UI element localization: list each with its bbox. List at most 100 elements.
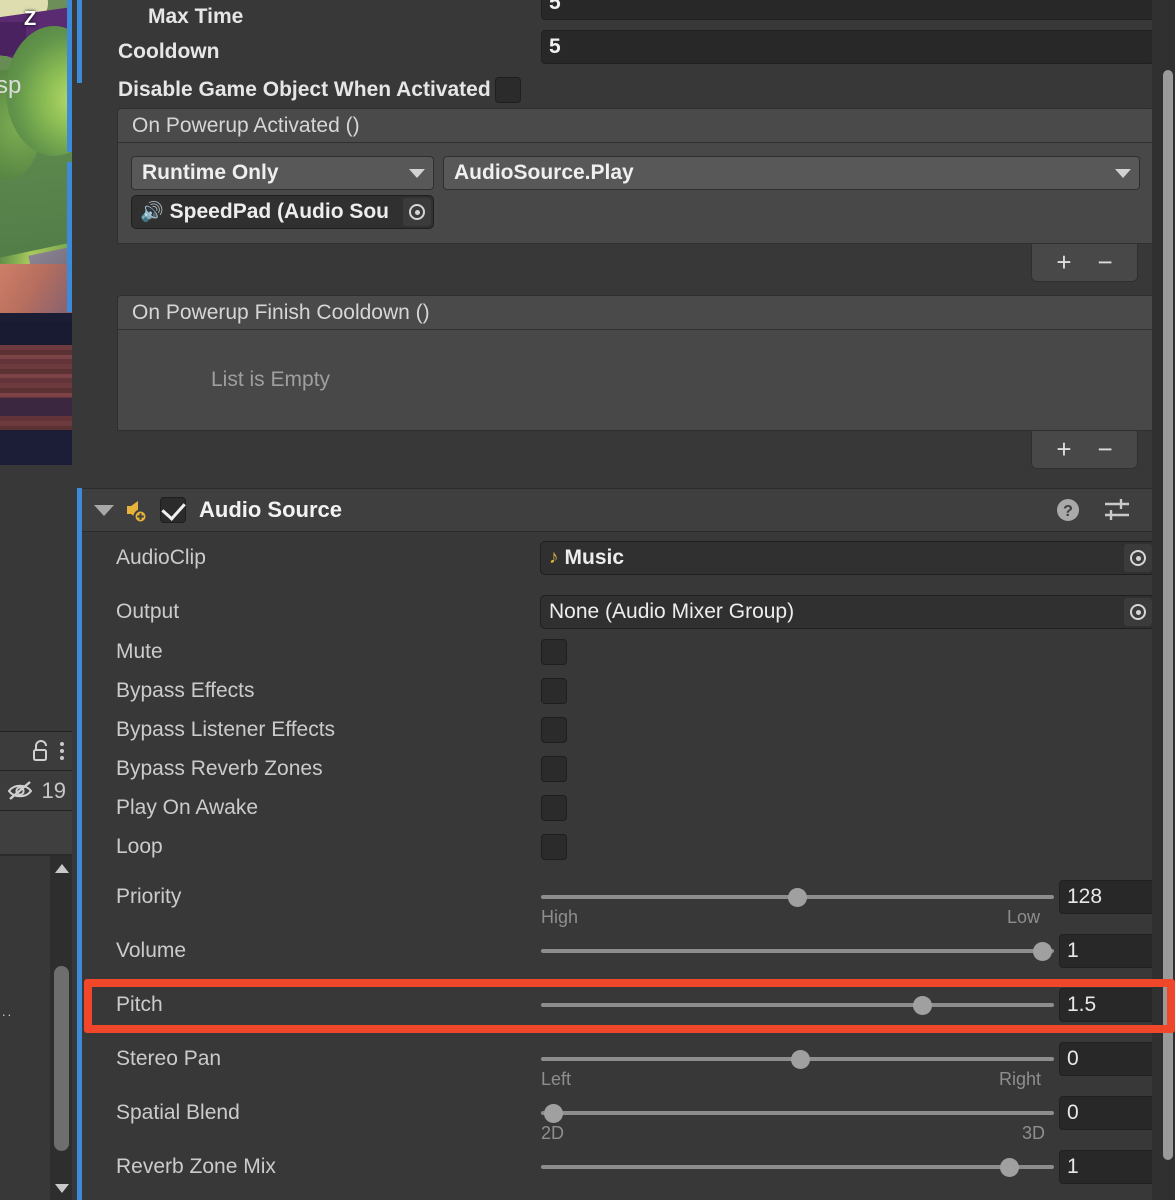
event-remove-button-2[interactable]: − [1098, 434, 1113, 465]
chevron-down-icon [409, 168, 425, 178]
component-header-audio-source[interactable]: Audio Source ? [82, 488, 1175, 532]
field-row-bypass-reverb-zones[interactable]: Bypass Reverb Zones [82, 751, 1175, 787]
chevron-down-icon [1115, 168, 1131, 178]
reverb-zone-mix-input[interactable]: 1 [1059, 1150, 1156, 1184]
music-note-icon: ♪ [549, 547, 559, 568]
field-row-audioclip[interactable]: AudioClip ♪ Music [82, 540, 1175, 576]
loop-checkbox[interactable] [541, 834, 567, 860]
volume-slider[interactable] [541, 934, 1054, 968]
volume-input[interactable]: 1 [1059, 934, 1156, 968]
hierarchy-search-row[interactable] [0, 811, 72, 855]
event-add-button-2[interactable]: + [1056, 434, 1071, 465]
pitch-input[interactable]: 1.5 [1059, 988, 1156, 1022]
mute-checkbox[interactable] [541, 639, 567, 665]
event-add-remove-buttons-2[interactable]: + − [1031, 431, 1138, 469]
audio-source-enabled-checkbox[interactable] [160, 497, 186, 523]
field-row-play-on-awake[interactable]: Play On Awake [82, 790, 1175, 826]
bypass-effects-checkbox[interactable] [541, 678, 567, 704]
lock-icon[interactable] [30, 739, 52, 763]
field-row-output[interactable]: Output None (Audio Mixer Group) [82, 594, 1175, 630]
preset-sliders-icon[interactable] [1103, 498, 1131, 522]
event-call-state-value: Runtime Only [142, 161, 279, 184]
inspector-scroll-gutter [1152, 0, 1161, 1200]
bypass-reverb-zones-checkbox[interactable] [541, 756, 567, 782]
cooldown-input[interactable]: 5 [541, 30, 1155, 64]
reverb-zone-mix-label: Reverb Zone Mix [116, 1155, 276, 1178]
pitch-label: Pitch [116, 993, 163, 1016]
hierarchy-truncated-item[interactable]: .. [2, 1004, 13, 1019]
help-icon[interactable]: ? [1055, 497, 1081, 523]
event-body-on-powerup-activated: Runtime Only AudioSource.Play 🔊 SpeedPad… [117, 143, 1155, 244]
volume-label: Volume [116, 939, 187, 962]
bypass-listener-effects-label: Bypass Listener Effects [116, 718, 336, 741]
stereo-pan-slider[interactable] [541, 1042, 1054, 1076]
event-header-on-powerup-activated[interactable]: On Powerup Activated () [117, 108, 1155, 143]
max-time-input[interactable]: 5 [541, 0, 1155, 20]
event-add-button-1[interactable]: + [1056, 247, 1071, 278]
field-row-bypass-effects[interactable]: Bypass Effects [82, 673, 1175, 709]
field-row-bypass-listener-effects[interactable]: Bypass Listener Effects [82, 712, 1175, 748]
stereo-pan-input[interactable]: 0 [1059, 1042, 1156, 1076]
stereo-pan-max-label: Right [999, 1069, 1042, 1089]
scene-view-strip[interactable]: Z sp [0, 0, 72, 465]
inspector-scrollbar[interactable] [1161, 0, 1175, 1200]
object-picker-icon[interactable] [1124, 544, 1152, 572]
spatial-blend-slider-knob[interactable] [544, 1104, 564, 1123]
svg-text:?: ? [1063, 503, 1073, 520]
stereo-pan-slider-knob[interactable] [791, 1050, 811, 1069]
play-on-awake-label: Play On Awake [116, 796, 259, 819]
component-title: Audio Source [199, 497, 343, 522]
cooldown-label: Cooldown [118, 40, 220, 63]
stereo-pan-label: Stereo Pan [116, 1047, 222, 1070]
inspector-scrollbar-thumb[interactable] [1163, 70, 1173, 1160]
event-header-on-powerup-finish-cooldown[interactable]: On Powerup Finish Cooldown () [117, 295, 1155, 330]
pitch-slider-track [541, 1003, 1054, 1007]
spatial-blend-slider[interactable] [541, 1096, 1054, 1130]
scene-accent-bar-bottom [67, 162, 72, 312]
event-list-empty-text: List is Empty [211, 368, 331, 391]
priority-max-label: Low [1007, 907, 1041, 927]
scroll-down-arrow-icon[interactable] [55, 1184, 69, 1193]
hierarchy-list[interactable]: .. [0, 855, 72, 1200]
volume-slider-knob[interactable] [1033, 942, 1053, 961]
field-row-disable-gameobject[interactable]: Disable Game Object When Activated [82, 72, 1175, 108]
reverb-zone-mix-slider-knob[interactable] [1000, 1158, 1020, 1177]
play-on-awake-checkbox[interactable] [541, 795, 567, 821]
spatial-blend-input[interactable]: 0 [1059, 1096, 1156, 1130]
pitch-slider-knob[interactable] [912, 996, 932, 1015]
kebab-menu-icon[interactable] [60, 742, 64, 760]
priority-input[interactable]: 128 [1059, 880, 1156, 914]
event-target-object-value: SpeedPad (Audio Sou [169, 200, 390, 223]
loop-label: Loop [116, 835, 163, 858]
hierarchy-scrollbar-thumb[interactable] [54, 966, 69, 1151]
event-call-state-dropdown[interactable]: Runtime Only [131, 156, 434, 190]
priority-slider[interactable] [541, 880, 1054, 914]
hidden-objects-indicator[interactable]: 19 [0, 771, 72, 811]
field-row-cooldown[interactable]: Cooldown 5 [82, 30, 1175, 71]
object-picker-icon[interactable] [403, 198, 431, 226]
field-row-mute[interactable]: Mute [82, 634, 1175, 670]
pitch-slider[interactable] [541, 988, 1054, 1022]
disable-gameobject-checkbox[interactable] [494, 77, 521, 103]
priority-slider-knob[interactable] [788, 888, 808, 907]
event-add-remove-buttons-1[interactable]: + − [1031, 244, 1138, 282]
field-row-loop[interactable]: Loop [82, 829, 1175, 865]
scroll-up-arrow-icon[interactable] [55, 864, 69, 873]
spatial-blend-min-label: 2D [541, 1123, 565, 1143]
spatial-blend-label: Spatial Blend [116, 1101, 240, 1124]
gizmo-axis-z-label: Z [24, 8, 37, 30]
foldout-triangle-icon[interactable] [94, 504, 114, 516]
output-object-field[interactable]: None (Audio Mixer Group) [540, 595, 1155, 629]
event-remove-button-1[interactable]: − [1098, 247, 1113, 278]
event-body-on-powerup-finish-cooldown: List is Empty [117, 330, 1155, 431]
bypass-listener-effects-checkbox[interactable] [541, 717, 567, 743]
audioclip-object-field[interactable]: ♪ Music [540, 541, 1155, 575]
reverb-zone-mix-slider[interactable] [541, 1150, 1054, 1184]
field-row-max-time[interactable]: Max Time 5 [82, 0, 1175, 33]
object-picker-icon[interactable] [1124, 598, 1152, 626]
event-target-object-field[interactable]: 🔊 SpeedPad (Audio Sou [131, 195, 434, 229]
hierarchy-toolbar[interactable] [0, 731, 72, 771]
output-label: Output [116, 600, 180, 623]
event-function-dropdown[interactable]: AudioSource.Play [443, 156, 1140, 190]
hierarchy-scrollbar[interactable] [50, 856, 72, 1200]
